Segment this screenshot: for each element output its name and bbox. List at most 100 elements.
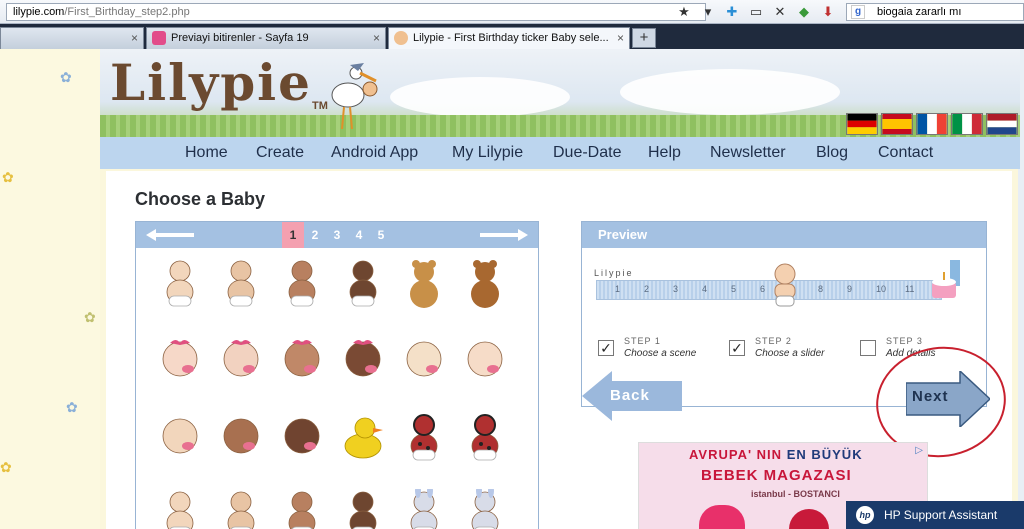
baby-icon[interactable] bbox=[280, 258, 324, 310]
nav-my-lilypie[interactable]: My Lilypie bbox=[452, 144, 523, 162]
baby-icon[interactable] bbox=[463, 335, 507, 387]
dropdown-icon[interactable]: ▾ bbox=[700, 4, 716, 20]
cloud bbox=[390, 77, 570, 117]
teddy-bear-icon[interactable] bbox=[402, 258, 446, 310]
ad-line1: AVRUPA' NIN EN BÜYÜK bbox=[689, 447, 863, 462]
ticker-tick: 10 bbox=[876, 284, 887, 294]
site-logo[interactable]: LilypieTM bbox=[110, 53, 328, 112]
teddy-bear-icon[interactable] bbox=[463, 258, 507, 310]
puzzle-icon[interactable]: ◆ bbox=[796, 4, 812, 20]
nav-home[interactable]: Home bbox=[185, 144, 228, 162]
ladybug-baby-icon[interactable] bbox=[402, 412, 446, 464]
baby-favicon-icon bbox=[394, 31, 408, 45]
tab-title: Previayi bitirenler - Sayfa 19 bbox=[171, 32, 309, 44]
baby-icon[interactable] bbox=[158, 489, 202, 529]
ad-choices-icon[interactable]: ▷ bbox=[915, 445, 923, 456]
web-page: ✿ ✿ ✿ ✿ ✿ LilypieTM Home Create Android … bbox=[0, 49, 1024, 529]
dutch-flag[interactable] bbox=[986, 113, 1018, 135]
baby-icon[interactable] bbox=[158, 335, 202, 387]
baby-chooser: 1 2 3 4 5 bbox=[135, 221, 539, 529]
baby-icon[interactable] bbox=[219, 335, 263, 387]
tab-strip: × Previayi bitirenler - Sayfa 19 × Lilyp… bbox=[0, 24, 1024, 49]
french-flag[interactable] bbox=[916, 113, 948, 135]
bunny-baby-icon[interactable] bbox=[463, 489, 507, 529]
baby-icon[interactable] bbox=[341, 489, 385, 529]
page-2[interactable]: 2 bbox=[304, 222, 326, 248]
baby-icon[interactable] bbox=[219, 489, 263, 529]
page-5[interactable]: 5 bbox=[370, 222, 392, 248]
baby-icon[interactable] bbox=[219, 412, 263, 464]
cake-icon bbox=[932, 260, 960, 298]
step-number: STEP 1 bbox=[624, 336, 661, 346]
preview-header: Preview bbox=[582, 222, 986, 248]
forum-favicon-icon bbox=[152, 31, 166, 45]
chat-icon[interactable]: ▭ bbox=[748, 4, 764, 20]
google-icon: g bbox=[851, 5, 865, 19]
step-number: STEP 3 bbox=[886, 336, 923, 346]
new-tab-button[interactable]: + bbox=[632, 28, 656, 48]
ad-line3: istanbul - BOSTANCI bbox=[751, 489, 840, 499]
tab-previayi[interactable]: Previayi bitirenler - Sayfa 19 × bbox=[146, 27, 386, 49]
step-text: Choose a slider bbox=[755, 348, 825, 359]
back-label[interactable]: Back bbox=[610, 387, 650, 404]
nav-create[interactable]: Create bbox=[256, 144, 304, 162]
nav-due-date[interactable]: Due-Date bbox=[553, 144, 621, 162]
close-icon[interactable]: × bbox=[373, 28, 380, 48]
step-checkbox[interactable]: ✓ bbox=[729, 340, 745, 356]
star-icon[interactable]: ★ bbox=[676, 4, 692, 20]
cloud bbox=[620, 69, 840, 115]
toolbar-icons: ★ ▾ ✚ ▭ ✕ ◆ ⬇ ▾ bbox=[676, 4, 860, 20]
search-input[interactable]: g biogaia zararlı mı bbox=[846, 3, 1024, 21]
nav-blog[interactable]: Blog bbox=[816, 144, 848, 162]
chooser-header: 1 2 3 4 5 bbox=[136, 222, 538, 248]
baby-icon[interactable] bbox=[158, 258, 202, 310]
lilypie-site: LilypieTM Home Create Android App My Lil… bbox=[100, 49, 1020, 529]
tab-title: Lilypie - First Birthday ticker Baby sel… bbox=[413, 32, 609, 44]
nav-android-app[interactable]: Android App bbox=[331, 144, 418, 162]
flower-icon: ✿ bbox=[84, 309, 96, 325]
arrow-right-icon[interactable] bbox=[480, 229, 528, 241]
baby-icon[interactable] bbox=[402, 335, 446, 387]
page-4[interactable]: 4 bbox=[348, 222, 370, 248]
arrow-left-icon[interactable] bbox=[146, 229, 194, 241]
spanish-flag[interactable] bbox=[881, 113, 913, 135]
url-input[interactable]: lilypie.com/First_Birthday_step2.php bbox=[6, 3, 706, 21]
stop-icon[interactable]: ✕ bbox=[772, 4, 788, 20]
baby-icon[interactable] bbox=[341, 258, 385, 310]
page-3[interactable]: 3 bbox=[326, 222, 348, 248]
ticker-tick: 11 bbox=[905, 284, 915, 294]
ad-graphic bbox=[699, 505, 745, 529]
german-flag[interactable] bbox=[846, 113, 878, 135]
close-icon[interactable]: × bbox=[617, 28, 624, 48]
step-checkbox[interactable] bbox=[860, 340, 876, 356]
nav-newsletter[interactable]: Newsletter bbox=[710, 144, 786, 162]
baby-icon[interactable] bbox=[280, 412, 324, 464]
nav-contact[interactable]: Contact bbox=[878, 144, 933, 162]
hp-label: HP Support Assistant bbox=[884, 508, 998, 522]
language-flags bbox=[846, 113, 1018, 135]
baby-icon[interactable] bbox=[219, 258, 263, 310]
italian-flag[interactable] bbox=[951, 113, 983, 135]
close-icon[interactable]: × bbox=[131, 28, 138, 48]
site-header: LilypieTM bbox=[100, 49, 1020, 137]
url-path: /First_Birthday_step2.php bbox=[64, 6, 190, 18]
baby-icon[interactable] bbox=[158, 412, 202, 464]
tab-lilypie[interactable]: Lilypie - First Birthday ticker Baby sel… bbox=[388, 27, 630, 49]
bunny-baby-icon[interactable] bbox=[402, 489, 446, 529]
baby-icon[interactable] bbox=[280, 335, 324, 387]
ladybug-baby-icon[interactable] bbox=[463, 412, 507, 464]
add-icon[interactable]: ✚ bbox=[724, 4, 740, 20]
rubber-duck-icon[interactable] bbox=[341, 412, 385, 464]
nav-help[interactable]: Help bbox=[648, 144, 681, 162]
page-1[interactable]: 1 bbox=[282, 222, 304, 248]
ad-text: EN BÜYÜK bbox=[786, 447, 863, 462]
hp-support-notification[interactable]: hp HP Support Assistant bbox=[846, 501, 1024, 529]
step-number: STEP 2 bbox=[755, 336, 792, 346]
pagination: 1 2 3 4 5 bbox=[282, 222, 392, 248]
tab-blank[interactable]: × bbox=[0, 27, 144, 49]
baby-icon[interactable] bbox=[280, 489, 324, 529]
step-checkbox[interactable]: ✓ bbox=[598, 340, 614, 356]
baby-icon[interactable] bbox=[341, 335, 385, 387]
download-icon[interactable]: ⬇ bbox=[820, 4, 836, 20]
step-text: Choose a scene bbox=[624, 348, 697, 359]
